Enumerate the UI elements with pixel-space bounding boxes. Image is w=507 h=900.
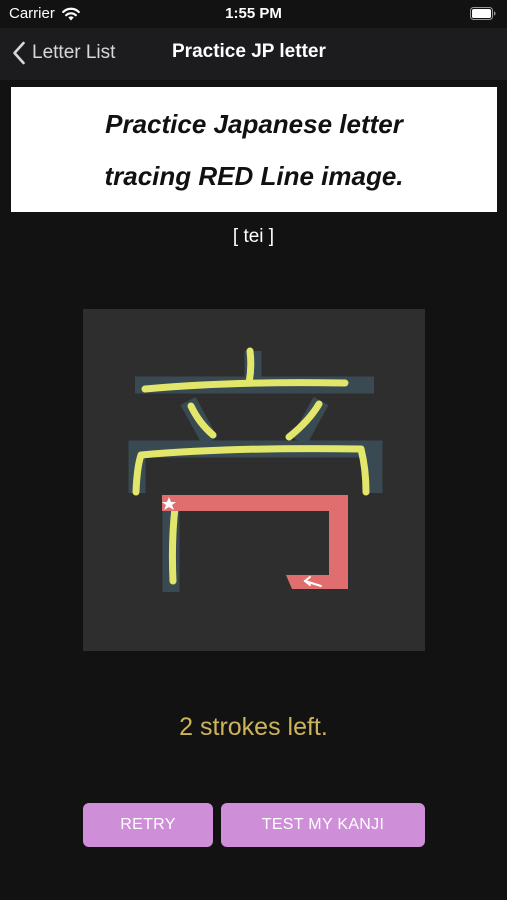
- chevron-left-icon: [13, 41, 25, 65]
- back-label: Letter List: [32, 42, 116, 63]
- page-title: Practice JP letter: [172, 41, 326, 62]
- retry-button[interactable]: RETRY: [83, 803, 213, 847]
- letter-reading: [ tei ]: [232, 226, 275, 247]
- instruction-card: Practice Japanese letter tracing RED Lin…: [11, 87, 497, 212]
- traced-stroke-1: [245, 347, 255, 387]
- traced-stroke-6: [168, 495, 180, 585]
- next-stroke-guide: [162, 495, 348, 589]
- instruction-line-2: tracing RED Line image.: [104, 160, 404, 191]
- instruction-line-1: Practice Japanese letter: [105, 108, 403, 139]
- test-my-kanji-button[interactable]: TEST MY KANJI: [221, 803, 425, 847]
- strokes-left-status: 2 strokes left.: [179, 713, 328, 741]
- tracing-canvas[interactable]: [83, 309, 425, 651]
- status-time: 1:55 PM: [225, 5, 282, 22]
- back-button[interactable]: Letter List: [12, 38, 115, 68]
- navigation-bar: Letter List Practice JP letter: [0, 28, 507, 80]
- kanji-drawing: [128, 347, 383, 592]
- status-bar: Carrier 1:55 PM: [0, 0, 507, 28]
- practice-screen: Carrier 1:55 PM Letter List Practice JP …: [0, 0, 507, 900]
- battery-icon: [470, 7, 496, 20]
